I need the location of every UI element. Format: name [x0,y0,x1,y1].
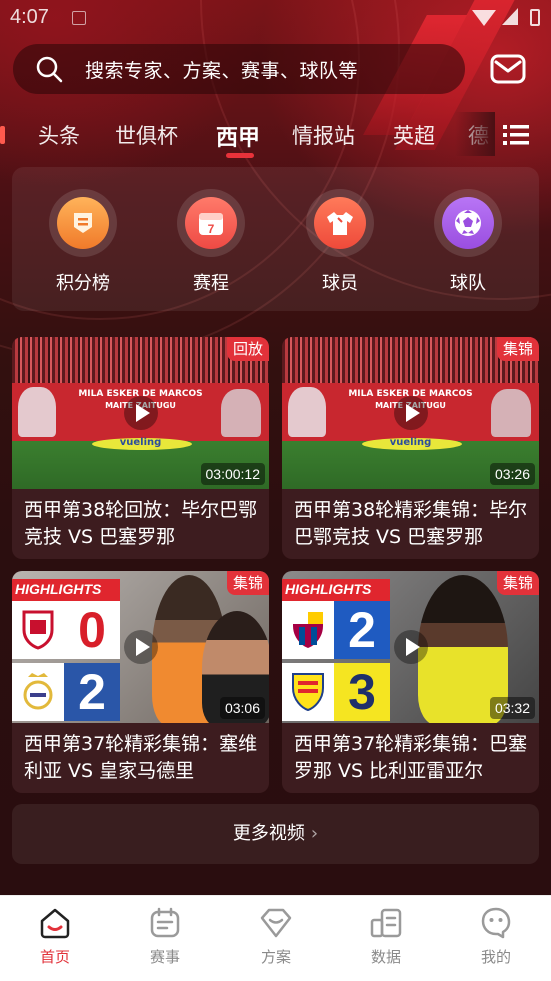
bottom-navigation: 首页 赛事 方案 数据 我的 [0,895,551,981]
video-title: 西甲第38轮回放：毕尔巴鄂竞技 VS 巴塞罗那 [24,499,258,548]
tab-intel[interactable]: 情报站 [292,120,355,150]
score-away: 3 [334,663,390,721]
nav-label: 首页 [39,948,70,966]
team-crest-barcelona [282,601,334,659]
tab-scroll-indicator [0,126,5,144]
status-bar: 4:07 [0,0,551,36]
plan-icon [260,908,292,938]
search-placeholder: 搜索专家、方案、赛事、球队等 [85,59,359,82]
team-crest-sevilla [12,601,64,659]
shortcut-teams[interactable]: 球队 [428,189,508,295]
ad-board-text: vueling [119,437,162,448]
tab-premier-league[interactable]: 英超 [393,120,435,150]
battery-icon [530,9,540,26]
video-thumbnail: MILA ESKER DE MARCOS MAITE ZAITUGU vueli… [282,337,539,489]
highlights-label: HIGHLIGHTS [285,581,372,597]
chevron-right-icon: › [310,823,319,844]
nav-data[interactable]: 数据 [346,906,426,967]
shortcut-label: 球队 [450,273,486,294]
play-icon [394,630,428,664]
video-title: 西甲第37轮精彩集锦：巴塞罗那 VS 比利亚雷亚尔 [294,733,528,782]
ad-board-text: vueling [389,437,432,448]
mail-icon[interactable] [490,52,526,86]
score-home: 0 [64,601,120,659]
video-badge: 集锦 [496,571,539,595]
video-duration: 03:06 [219,697,265,719]
nav-label: 数据 [370,948,401,966]
shortcut-players[interactable]: 球员 [300,189,380,295]
standings-icon [74,213,92,233]
video-thumbnail: HIGHLIGHTS 2 3 集锦 03:32 [282,571,539,723]
team-crest-villarreal [282,663,334,721]
shortcut-label: 积分榜 [56,273,110,294]
video-card[interactable]: MILA ESKER DE MARCOS MAITE ZAITUGU vueli… [282,337,539,559]
search-bar[interactable]: 搜索专家、方案、赛事、球队等 [13,44,465,94]
video-title: 西甲第38轮精彩集锦：毕尔巴鄂竞技 VS 巴塞罗那 [294,499,528,548]
play-icon [394,396,428,430]
calendar-icon: 7 [199,213,223,236]
play-icon [124,630,158,664]
video-card[interactable]: MILA ESKER DE MARCOS MAITE ZAITUGU vueli… [12,337,269,559]
schedule-icon [150,907,180,938]
tab-la-liga[interactable]: 西甲 [216,120,260,152]
home-icon [40,908,70,939]
video-badge: 集锦 [226,571,269,595]
tab-club-world-cup[interactable]: 世俱杯 [115,120,178,150]
tab-menu-icon[interactable] [503,124,529,146]
calendar-day: 7 [208,222,215,236]
video-thumbnail: MILA ESKER DE MARCOS MAITE ZAITUGU vueli… [12,337,269,489]
shortcut-label: 赛程 [193,273,229,294]
video-badge: 回放 [226,337,269,361]
nav-events[interactable]: 赛事 [125,906,205,967]
active-tab-indicator [226,153,254,158]
score-away: 2 [64,663,120,721]
video-duration: 03:32 [489,697,535,719]
search-icon [36,56,63,83]
tab-headlines[interactable]: 头条 [38,120,80,150]
nav-profile[interactable]: 我的 [456,906,536,967]
score-home: 2 [334,601,390,659]
video-title: 西甲第37轮精彩集锦：塞维利亚 VS 皇家马德里 [24,733,258,782]
signal-icon [502,8,518,25]
wifi-icon [472,10,496,26]
data-icon [370,908,402,938]
tabs-fade [455,112,495,156]
shortcut-label: 球员 [322,273,358,294]
more-videos-label: 更多视频 [232,823,305,844]
more-videos-button[interactable]: 更多视频 › [12,804,539,864]
video-badge: 集锦 [496,337,539,361]
video-duration: 03:00:12 [200,463,265,485]
shortcut-standings[interactable]: 积分榜 [43,189,123,295]
shortcut-schedule[interactable]: 7 赛程 [171,189,251,295]
video-duration: 03:26 [489,463,535,485]
nav-home[interactable]: 首页 [15,906,95,967]
status-time: 4:07 [10,6,49,28]
highlights-label: HIGHLIGHTS [15,581,102,597]
team-crest-real-madrid [12,663,64,721]
nav-label: 我的 [480,948,511,966]
nav-label: 方案 [260,948,291,966]
nav-plans[interactable]: 方案 [236,906,316,967]
video-card[interactable]: HIGHLIGHTS 2 3 集锦 03:32 西甲第37轮精彩集锦：巴塞罗那 … [282,571,539,793]
profile-icon [481,907,511,939]
video-card[interactable]: HIGHLIGHTS 0 2 集锦 03:06 西甲第37轮精彩集锦：塞维利亚 … [12,571,269,793]
notification-icon [72,11,86,25]
jersey-icon [327,212,353,235]
soccer-ball-icon [455,210,481,236]
nav-label: 赛事 [149,948,180,966]
video-thumbnail: HIGHLIGHTS 0 2 集锦 03:06 [12,571,269,723]
play-icon [124,396,158,430]
